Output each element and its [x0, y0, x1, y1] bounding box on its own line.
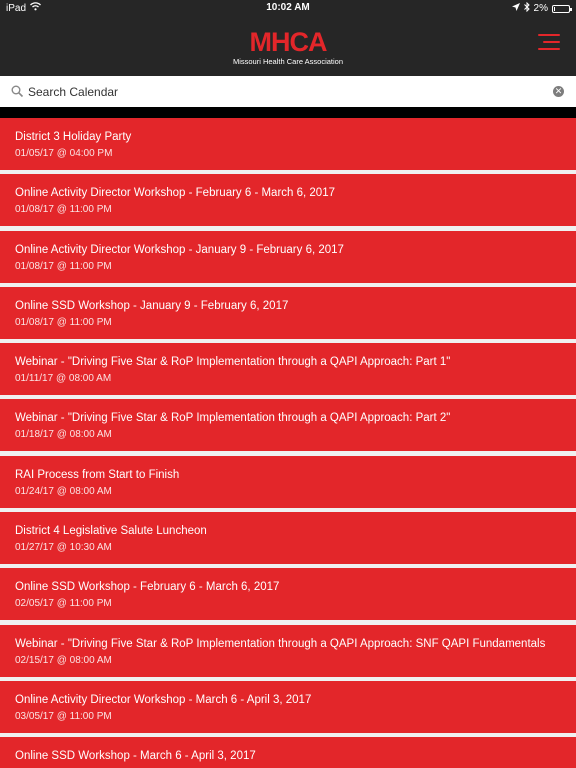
battery-level — [554, 6, 555, 11]
event-date: 02/05/17 @ 11:00 PM — [15, 598, 112, 610]
event-list-item[interactable]: Online Activity Director Workshop - Marc… — [0, 680, 576, 733]
event-list-item[interactable]: District 3 Holiday Party 01/05/17 @ 04:00… — [0, 118, 576, 170]
event-list-item[interactable]: RAI Process from Start to Finish 01/24/17… — [0, 455, 576, 508]
event-list-item[interactable]: Webinar - "Driving Five Star & RoP Imple… — [0, 399, 576, 452]
battery-icon — [552, 4, 572, 13]
event-date: 02/15/17 @ 08:00 AM — [15, 654, 112, 666]
event-list-item[interactable]: Online SSD Workshop - January 9 - Februa… — [0, 286, 576, 339]
logo: MHCA Missouri Health Care Association — [0, 28, 576, 67]
event-title: Online SSD Workshop - February 6 - March… — [15, 581, 280, 594]
event-title: Online Activity Director Workshop - Marc… — [15, 693, 312, 706]
event-title: Webinar - "Driving Five Star & RoP Imple… — [15, 412, 451, 425]
event-title: RAI Process from Start to Finish — [15, 468, 180, 481]
event-list-item[interactable]: Online Activity Director Workshop - Febr… — [0, 174, 576, 227]
event-date: 01/11/17 @ 08:00 AM — [15, 373, 112, 385]
status-right: 2% — [511, 1, 572, 15]
event-date: 01/08/17 @ 11:00 PM — [15, 260, 112, 272]
event-list-item[interactable]: Webinar - "Driving Five Star & RoP Imple… — [0, 343, 576, 396]
event-title: Webinar - "Driving Five Star & RoP Imple… — [15, 356, 451, 369]
search-bar: ✕ — [0, 76, 576, 107]
event-title: District 4 Legislative Salute Luncheon — [15, 525, 207, 538]
event-title: Online Activity Director Workshop - Janu… — [15, 243, 344, 256]
status-time: 10:02 AM — [266, 2, 310, 13]
search-icon — [11, 85, 24, 98]
bluetooth-icon — [523, 1, 530, 15]
search-input[interactable] — [28, 80, 538, 103]
status-bar: iPad 10:02 AM 2% — [0, 0, 576, 16]
event-list-item[interactable]: Online Activity Director Workshop - Janu… — [0, 230, 576, 283]
event-date: 01/08/17 @ 11:00 PM — [15, 204, 112, 216]
location-arrow-icon — [511, 3, 520, 14]
event-date: 01/24/17 @ 08:00 AM — [15, 485, 112, 497]
event-title: Online SSD Workshop - January 9 - Februa… — [15, 299, 289, 312]
event-date: 01/08/17 @ 11:00 PM — [15, 316, 112, 328]
logo-subtitle: Missouri Health Care Association — [232, 57, 344, 66]
event-list: District 3 Holiday Party 01/05/17 @ 04:00… — [0, 118, 576, 768]
logo-mark: MHCA — [249, 27, 328, 57]
event-list-item[interactable]: Online SSD Workshop - March 6 - April 3,… — [0, 737, 576, 768]
event-title: District 3 Holiday Party — [15, 131, 132, 143]
event-list-item[interactable]: District 4 Legislative Salute Luncheon 01… — [0, 512, 576, 565]
event-date: 03/05/17 @ 11:00 PM — [15, 710, 112, 722]
event-date: 01/18/17 @ 08:00 AM — [15, 429, 112, 441]
event-list-item[interactable]: Webinar - "Driving Five Star & RoP Imple… — [0, 624, 576, 677]
event-date: 01/05/17 @ 04:00 PM — [15, 148, 113, 159]
divider-strip — [0, 107, 576, 118]
event-title: Online Activity Director Workshop - Febr… — [15, 187, 335, 200]
event-date: 01/27/17 @ 10:30 AM — [15, 542, 112, 554]
clear-icon[interactable]: ✕ — [553, 86, 564, 97]
event-title: Webinar - "Driving Five Star & RoP Imple… — [15, 637, 546, 650]
battery-percent: 2% — [533, 3, 548, 14]
event-list-item[interactable]: Online SSD Workshop - February 6 - March… — [0, 568, 576, 621]
app-header: MHCA Missouri Health Care Association — [0, 16, 576, 76]
event-title: Online SSD Workshop - March 6 - April 3,… — [15, 750, 256, 763]
hamburger-menu-icon[interactable] — [536, 32, 560, 52]
